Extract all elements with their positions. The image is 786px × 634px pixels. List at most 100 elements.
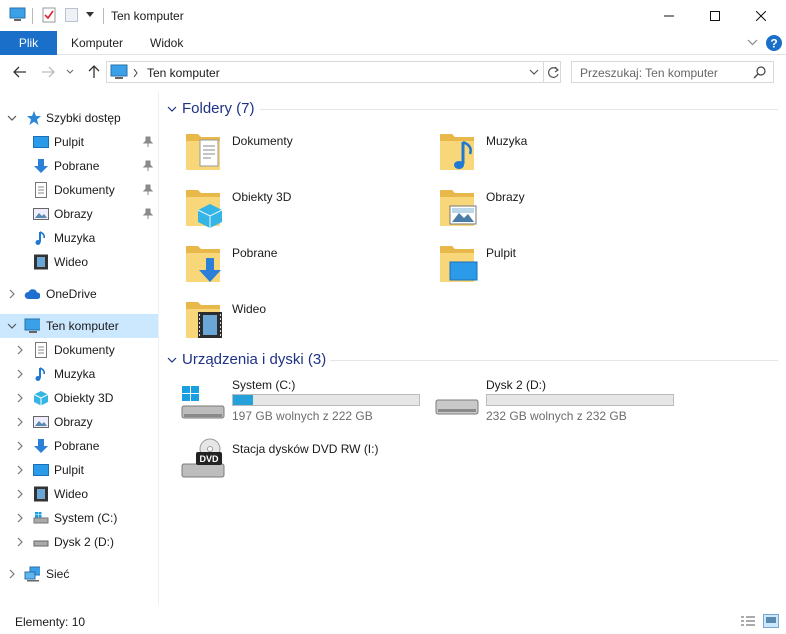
folder-tile-downloads[interactable]: Pobrane [180,240,430,292]
search-icon[interactable] [753,66,766,79]
pin-icon[interactable] [143,160,153,172]
large-icons-view-icon[interactable] [763,614,779,628]
address-bar[interactable]: Ten komputer [106,61,561,83]
folder-tile-documents[interactable]: Dokumenty [180,128,430,180]
chevron-right-icon[interactable] [6,569,18,579]
sidebar-item-quick-access[interactable]: Szybki dostęp [0,106,158,130]
address-history-icon[interactable] [529,69,539,76]
chevron-right-icon[interactable] [14,417,26,427]
drive-tile-d[interactable]: Dysk 2 (D:) 232 GB wolnych z 232 GB [434,376,684,432]
chevron-right-icon[interactable] [14,513,26,523]
chevron-right-icon[interactable] [14,393,26,403]
tab-file[interactable]: Plik [0,31,57,55]
recent-locations-button[interactable] [63,62,77,82]
sidebar-item-drive-c[interactable]: System (C:) [0,506,158,530]
forward-arrow-icon [42,66,55,78]
sidebar-item-pc-documents[interactable]: Dokumenty [0,338,158,362]
sidebar-item-label: Dysk 2 (D:) [54,535,114,549]
chevron-right-icon[interactable] [14,537,26,547]
chevron-right-icon[interactable] [14,369,26,379]
sidebar-item-pictures[interactable]: Obrazy [0,202,158,226]
search-box[interactable]: Przeszukaj: Ten komputer [571,61,774,83]
folder-downloads-icon [186,246,221,282]
sidebar-item-desktop[interactable]: Pulpit [0,130,158,154]
window-title: Ten komputer [111,9,184,23]
tab-view[interactable]: Widok [136,31,197,55]
expand-ribbon-icon[interactable] [747,39,758,46]
sidebar-item-this-pc[interactable]: Ten komputer [0,314,158,338]
cube-icon [33,391,49,406]
breadcrumb[interactable]: Ten komputer [147,66,220,80]
sidebar-item-pc-desktop[interactable]: Pulpit [0,458,158,482]
sidebar-item-network[interactable]: Sieć [0,562,158,586]
video-icon [34,254,48,270]
search-input[interactable]: Przeszukaj: Ten komputer [580,66,718,80]
devices-group-header[interactable]: Urządzenia i dyski (3) [167,351,326,368]
desktop-icon [33,136,49,148]
chevron-down-icon[interactable] [6,321,18,331]
chevron-right-icon[interactable] [14,345,26,355]
document-icon [35,342,47,358]
properties-icon[interactable] [42,7,56,23]
chevron-down-icon [167,106,177,112]
item-count: Elementy: 10 [15,615,86,629]
close-button[interactable] [738,0,784,31]
folder-tile-videos[interactable]: Wideo [180,296,430,348]
sidebar-item-pc-music[interactable]: Muzyka [0,362,158,386]
folder-tile-pictures[interactable]: Obrazy [434,184,684,236]
chevron-down-icon [66,69,74,74]
sidebar-item-pc-videos[interactable]: Wideo [0,482,158,506]
refresh-icon[interactable] [547,66,560,79]
sidebar-item-downloads[interactable]: Pobrane [0,154,158,178]
chevron-right-icon[interactable] [14,441,26,451]
sidebar-item-documents[interactable]: Dokumenty [0,178,158,202]
breadcrumb-chevron-icon[interactable] [133,69,138,77]
new-folder-icon[interactable] [65,8,78,22]
chevron-right-icon[interactable] [14,465,26,475]
chevron-right-icon[interactable] [14,489,26,499]
chevron-right-icon[interactable] [6,289,18,299]
sidebar-item-label: Obrazy [54,415,93,429]
folder-name: Dokumenty [232,134,293,148]
folder-pictures-icon [440,190,477,226]
music-icon [35,367,45,381]
minimize-button[interactable] [646,0,692,31]
pin-icon[interactable] [143,208,153,220]
drive-usage-bar [232,394,420,406]
help-icon[interactable]: ? [765,34,783,52]
pin-icon[interactable] [143,136,153,148]
music-icon [35,231,45,245]
details-view-icon[interactable] [740,615,756,627]
tab-computer[interactable]: Komputer [57,31,137,55]
forward-button[interactable] [38,62,58,82]
drive-tile-dvd[interactable]: DVD Stacja dysków DVD RW (I:) [180,438,430,494]
sidebar-item-pc-downloads[interactable]: Pobrane [0,434,158,458]
drive-name: System (C:) [232,378,296,392]
maximize-button[interactable] [692,0,738,31]
folder-tile-desktop[interactable]: Pulpit [434,240,684,292]
folders-group-header[interactable]: Foldery (7) [167,100,255,117]
folder-music-icon [440,134,474,170]
sidebar-item-pc-3d-objects[interactable]: Obiekty 3D [0,386,158,410]
sidebar-item-drive-d[interactable]: Dysk 2 (D:) [0,530,158,554]
sidebar-item-onedrive[interactable]: OneDrive [0,282,158,306]
back-button[interactable] [10,62,30,82]
computer-icon[interactable] [9,7,26,22]
drive-icon [435,399,479,415]
navigation-pane: Szybki dostęp Pulpit Pobrane Dokumenty O… [0,100,158,605]
pane-divider[interactable] [158,92,159,605]
sidebar-item-pc-pictures[interactable]: Obrazy [0,410,158,434]
sidebar-item-music[interactable]: Muzyka [0,226,158,250]
drive-tile-c[interactable]: System (C:) 197 GB wolnych z 222 GB [180,376,430,432]
customize-toolbar-icon[interactable] [86,12,94,18]
document-icon [35,182,47,198]
sidebar-item-label: System (C:) [54,511,118,525]
drive-c-icon [33,512,49,524]
sidebar-item-videos[interactable]: Wideo [0,250,158,274]
pin-icon[interactable] [143,184,153,196]
folder-tile-3d-objects[interactable]: Obiekty 3D [180,184,430,236]
ribbon: Plik Komputer Widok ? [0,31,786,55]
folder-tile-music[interactable]: Muzyka [434,128,684,180]
up-button[interactable] [84,62,104,82]
chevron-down-icon[interactable] [6,113,18,123]
